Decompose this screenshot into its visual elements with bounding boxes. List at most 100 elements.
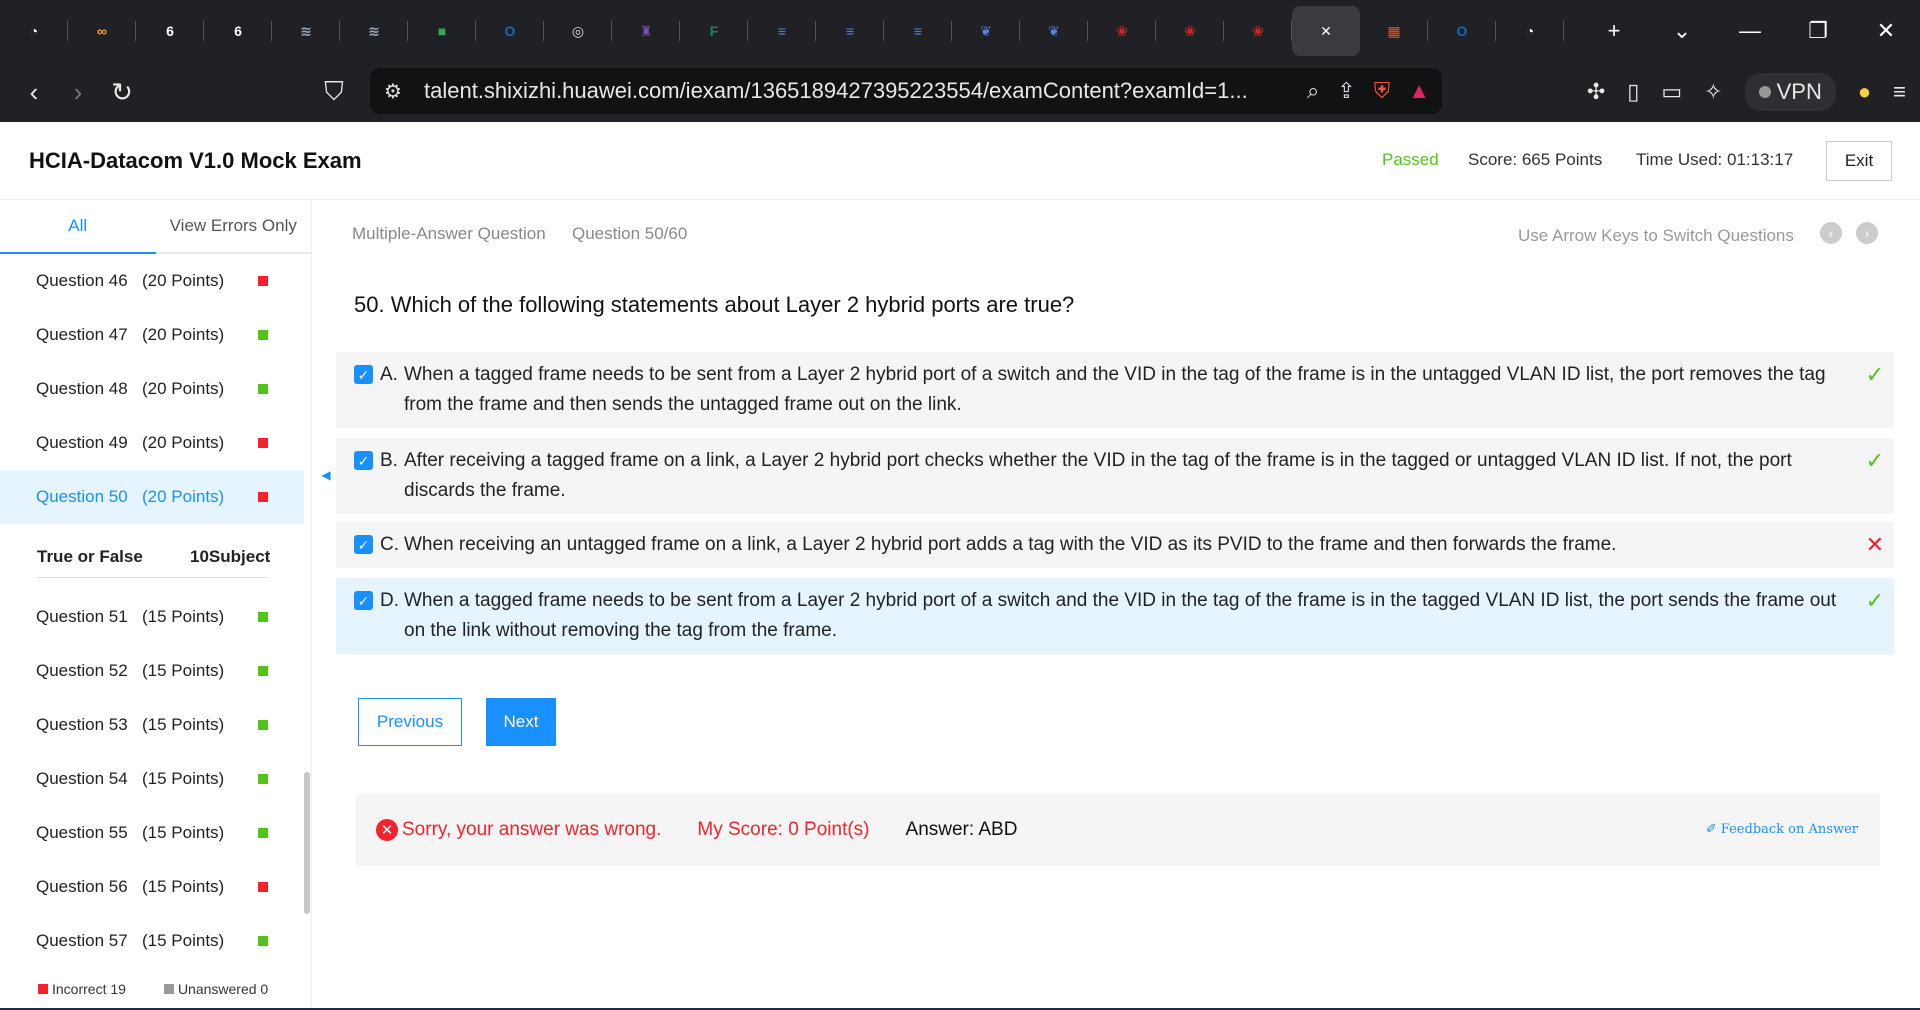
- profile-icon[interactable]: ●: [1858, 79, 1871, 105]
- question-list-item[interactable]: Question 57 (15 Points): [0, 914, 304, 968]
- url-text[interactable]: talent.shixizhi.huawei.com/iexam/1365189…: [424, 78, 1248, 104]
- browser-tab[interactable]: ■: [408, 6, 476, 56]
- question-list-item[interactable]: Question 49 (20 Points): [0, 416, 304, 470]
- zoom-icon[interactable]: ⌕: [1307, 78, 1319, 104]
- browser-tab[interactable]: ❀: [1088, 6, 1156, 56]
- checked-checkbox-icon[interactable]: ✓: [354, 535, 373, 554]
- correct-check-icon: ✓: [1865, 448, 1884, 473]
- question-list-item[interactable]: Question 51 (15 Points): [0, 590, 304, 644]
- browser-tab[interactable]: ∞: [68, 6, 136, 56]
- checked-checkbox-icon[interactable]: ✓: [354, 591, 373, 610]
- question-list-item[interactable]: Question 53 (15 Points): [0, 698, 304, 752]
- browser-tab[interactable]: O: [476, 6, 544, 56]
- huawei-icon: ❀: [1116, 22, 1128, 39]
- previous-button[interactable]: Previous: [358, 698, 462, 746]
- exit-button[interactable]: Exit: [1826, 141, 1892, 181]
- menu-icon[interactable]: ≡: [1893, 79, 1906, 105]
- window-controls: + ⌄ — ❐ ✕: [1580, 18, 1920, 44]
- back-icon[interactable]: ‹: [12, 70, 56, 114]
- brave-rewards-icon[interactable]: ▲: [1408, 78, 1430, 104]
- question-points: (20 Points): [142, 433, 225, 452]
- question-points: (15 Points): [142, 661, 225, 680]
- browser-tab[interactable]: ❀: [1224, 6, 1292, 56]
- answer-option[interactable]: ✓ D. When a tagged frame needs to be sent …: [336, 578, 1894, 654]
- question-points: (20 Points): [142, 379, 225, 398]
- question-list-item[interactable]: Question 46 (20 Points): [0, 254, 304, 308]
- browser-tab[interactable]: 6: [204, 6, 272, 56]
- result-panel: ✕ Sorry, your answer was wrong. My Score…: [356, 794, 1880, 866]
- gauge-icon: ◔: [29, 23, 39, 39]
- checked-checkbox-icon[interactable]: ✓: [354, 365, 373, 384]
- browser-tab[interactable]: F: [680, 6, 748, 56]
- vpn-button[interactable]: VPN: [1744, 73, 1836, 111]
- six-icon: 6: [234, 23, 242, 39]
- next-button[interactable]: Next: [486, 698, 556, 746]
- tab-list-chevron-icon[interactable]: ⌄: [1648, 18, 1716, 44]
- incorrect-status-marker: [258, 492, 268, 502]
- question-sidebar: All View Errors Only Question 46 (20 Poin…: [0, 200, 312, 1010]
- question-list-item[interactable]: Question 52 (15 Points): [0, 644, 304, 698]
- browser-tab[interactable]: ≡: [884, 6, 952, 56]
- browser-tab[interactable]: ≡: [816, 6, 884, 56]
- browser-tab[interactable]: ❦: [1020, 6, 1088, 56]
- browser-tab[interactable]: ▦: [1360, 6, 1428, 56]
- prev-question-icon[interactable]: ‹: [1820, 222, 1842, 244]
- question-list-item[interactable]: Question 47 (20 Points): [0, 308, 304, 362]
- new-tab-button[interactable]: +: [1580, 18, 1648, 44]
- browser-tab[interactable]: ❀: [1156, 6, 1224, 56]
- option-text: When a tagged frame needs to be sent fro…: [404, 590, 1837, 641]
- share-icon[interactable]: ⇪: [1337, 78, 1355, 104]
- microsoft-icon: ▦: [1387, 22, 1401, 39]
- browser-tab[interactable]: ♜: [612, 6, 680, 56]
- question-list-item[interactable]: Question 50 (20 Points): [0, 470, 304, 524]
- browser-tab[interactable]: 6: [136, 6, 204, 56]
- brave-shield-icon[interactable]: ⛨: [1374, 78, 1391, 104]
- wallet-icon[interactable]: ▭: [1661, 79, 1682, 105]
- browser-tab[interactable]: ◔: [0, 6, 68, 56]
- question-list-item[interactable]: Question 56 (15 Points): [0, 860, 304, 914]
- question-number: Question 47: [36, 325, 128, 344]
- browser-tab[interactable]: ✕: [1292, 6, 1360, 56]
- close-icon: ✕: [1320, 22, 1332, 39]
- sidebar-scrollbar[interactable]: [304, 772, 310, 914]
- question-list-item[interactable]: Question 55 (15 Points): [0, 806, 304, 860]
- outlook-icon: O: [504, 23, 516, 39]
- time-used: Time Used: 01:13:17: [1636, 150, 1794, 169]
- browser-tab[interactable]: ◔: [1496, 6, 1564, 56]
- tab-all[interactable]: All: [0, 200, 156, 252]
- option-letter: B.: [380, 450, 398, 471]
- correct-status-marker: [258, 828, 268, 838]
- site-settings-icon[interactable]: ⚙: [384, 79, 402, 104]
- browser-tab[interactable]: O: [1428, 6, 1496, 56]
- checked-checkbox-icon[interactable]: ✓: [354, 451, 373, 470]
- answer-option[interactable]: ✓ C. When receiving an untagged frame on a…: [336, 522, 1894, 568]
- forms-icon: F: [709, 23, 719, 39]
- question-list-item[interactable]: Question 54 (15 Points): [0, 752, 304, 806]
- address-bar[interactable]: ⚙ talent.shixizhi.huawei.com/iexam/13651…: [370, 68, 1442, 114]
- browser-tab[interactable]: ❦: [952, 6, 1020, 56]
- collapse-sidebar-handle[interactable]: ◀: [312, 420, 338, 530]
- sidebar-icon[interactable]: ▯: [1627, 79, 1639, 105]
- question-text: 50. Which of the following statements ab…: [354, 292, 1075, 317]
- tab-separator: [1563, 21, 1564, 41]
- answer-option[interactable]: ✓ A. When a tagged frame needs to be sent …: [336, 352, 1894, 428]
- reload-icon[interactable]: ↻: [100, 70, 144, 114]
- browser-tab[interactable]: ≡: [748, 6, 816, 56]
- close-window-button[interactable]: ✕: [1852, 18, 1920, 44]
- restore-button[interactable]: ❐: [1784, 18, 1852, 44]
- answer-option[interactable]: ✓ B. After receiving a tagged frame on a l…: [336, 438, 1894, 514]
- correct-status-marker: [258, 666, 268, 676]
- forward-icon[interactable]: ›: [56, 70, 100, 114]
- next-question-icon[interactable]: ›: [1856, 222, 1878, 244]
- bookmark-icon[interactable]: ⛉: [312, 70, 356, 114]
- browser-tab[interactable]: ◎: [544, 6, 612, 56]
- crest-icon: ♜: [639, 22, 653, 39]
- extensions-icon[interactable]: ✣: [1587, 79, 1605, 105]
- question-list-item[interactable]: Question 48 (20 Points): [0, 362, 304, 416]
- feedback-link[interactable]: ✐ Feedback on Answer: [1706, 822, 1858, 837]
- browser-tab[interactable]: ≋: [340, 6, 408, 56]
- minimize-button[interactable]: —: [1716, 18, 1784, 44]
- browser-tab[interactable]: ≋: [272, 6, 340, 56]
- leo-icon[interactable]: ✧: [1704, 79, 1722, 105]
- tab-view-errors-only[interactable]: View Errors Only: [156, 200, 312, 252]
